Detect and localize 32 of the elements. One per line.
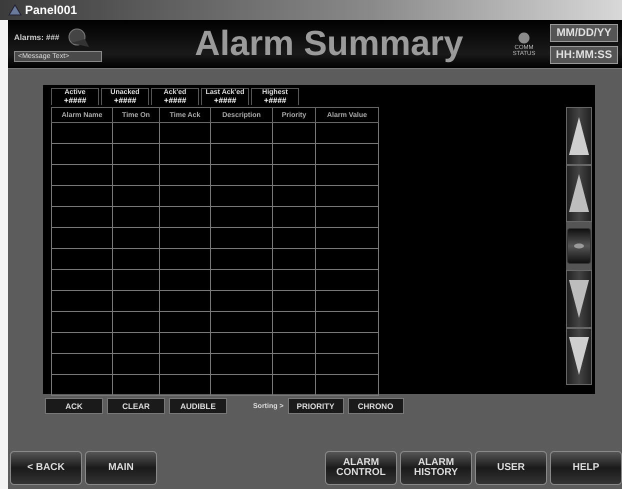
counter-value: +#### <box>114 96 136 105</box>
counter-value: +#### <box>264 96 286 105</box>
alarm-count: Alarms: ### <box>14 33 60 42</box>
action-button[interactable]: AUDIBLE <box>169 398 227 414</box>
action-button[interactable]: ACK <box>45 398 103 414</box>
counter-value: +#### <box>64 96 86 105</box>
nav-button[interactable]: USER <box>475 451 547 485</box>
scroll-thumb[interactable] <box>567 228 591 264</box>
nav-button[interactable]: MAIN <box>85 451 157 485</box>
screen-title: Alarm Summary <box>194 24 464 64</box>
page-down-button[interactable] <box>566 328 592 385</box>
nav-button[interactable]: < BACK <box>10 451 82 485</box>
scroll-up-button[interactable] <box>566 164 592 222</box>
down-arrow-icon <box>569 280 589 318</box>
sort-button[interactable]: PRIORITY <box>288 398 344 414</box>
nav-button[interactable]: ALARM CONTROL <box>325 451 397 485</box>
window-title: Panel001 <box>25 3 78 17</box>
up-arrow-icon <box>569 116 589 155</box>
down-arrow-icon <box>569 337 589 376</box>
sort-button[interactable]: CHRONO <box>348 398 404 414</box>
up-arrow-icon <box>569 174 589 212</box>
date-display: MM/DD/YY <box>550 24 618 42</box>
status-light-icon <box>518 32 530 44</box>
nav-button[interactable]: HELP <box>550 451 622 485</box>
time-display: HH:MM:SS <box>550 46 618 64</box>
nav-button[interactable]: ALARM HISTORY <box>400 451 472 485</box>
counter-value: +#### <box>164 96 186 105</box>
action-button[interactable]: CLEAR <box>107 398 165 414</box>
counter-value: +#### <box>214 96 236 105</box>
app-icon <box>8 3 22 17</box>
page-up-button[interactable] <box>566 107 592 164</box>
scroll-down-button[interactable] <box>566 270 592 328</box>
